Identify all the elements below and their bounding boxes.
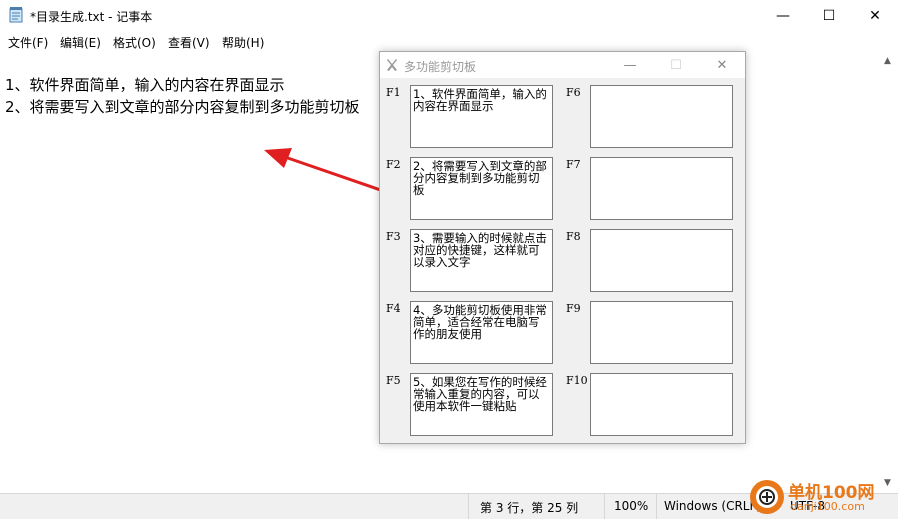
menu-help[interactable]: 帮助(H)	[222, 34, 264, 51]
slot-key-label: F3	[386, 230, 401, 243]
site-watermark: 单机100网 danji100.com	[750, 476, 898, 518]
clipboard-slot-f3[interactable]: 3、需要输入的时候就点击对应的快捷键，这样就可以录入文字	[410, 229, 553, 292]
status-zoom: 100%	[614, 499, 649, 513]
clipboard-slot-f8[interactable]	[590, 229, 733, 292]
status-cursor-position: 第 3 行，第 25 列	[480, 501, 579, 515]
clipboard-slot-f6[interactable]	[590, 85, 733, 148]
status-line-ending: Windows (CRLF)	[664, 499, 762, 513]
clipboard-slot-f4[interactable]: 4、多功能剪切板使用非常简单，适合经常在电脑写作的朋友使用	[410, 301, 553, 364]
watermark-url: danji100.com	[790, 500, 865, 513]
menu-format[interactable]: 格式(O)	[113, 34, 156, 51]
clipboard-slot-f5[interactable]: 5、如果您在写作的时候经常输入重复的内容，可以使用本软件一键粘贴	[410, 373, 553, 436]
clipboard-title: 多功能剪切板	[404, 60, 477, 74]
editor-line: 2、将需要写入到文章的部分内容复制到多功能剪切板	[5, 98, 360, 116]
slot-key-label: F7	[566, 158, 581, 171]
slot-key-label: F6	[566, 86, 581, 99]
clipboard-maximize-button[interactable]: ☐	[653, 52, 699, 78]
window-title: *目录生成.txt - 记事本	[30, 10, 153, 24]
clipboard-slot-f7[interactable]	[590, 157, 733, 220]
menu-file[interactable]: 文件(F)	[8, 34, 48, 51]
slot-key-label: F1	[386, 86, 401, 99]
close-button[interactable]: ✕	[852, 0, 898, 31]
scroll-up-arrow-icon[interactable]: ▲	[884, 56, 891, 66]
slot-key-label: F5	[386, 374, 401, 387]
status-divider	[656, 494, 657, 519]
clipboard-slot-f10[interactable]	[590, 373, 733, 436]
slot-key-label: F4	[386, 302, 401, 315]
editor-line: 1、软件界面简单，输入的内容在界面显示	[5, 76, 285, 94]
menu-edit[interactable]: 编辑(E)	[60, 34, 101, 51]
slot-key-label: F9	[566, 302, 581, 315]
clipboard-slot-f2[interactable]: 2、将需要写入到文章的部分内容复制到多功能剪切板	[410, 157, 553, 220]
maximize-button[interactable]: ☐	[806, 0, 852, 31]
window-titlebar: *目录生成.txt - 记事本 — ☐ ✕	[0, 0, 898, 31]
slot-key-label: F8	[566, 230, 581, 243]
clipboard-slot-f1[interactable]: 1、软件界面简单，输入的内容在界面显示	[410, 85, 553, 148]
clipboard-window: 多功能剪切板 — ☐ ✕ F1 1、软件界面简单，输入的内容在界面显示 F2 2…	[379, 51, 746, 444]
notepad-icon	[9, 7, 23, 23]
minimize-button[interactable]: —	[760, 0, 806, 31]
clipboard-minimize-button[interactable]: —	[607, 52, 653, 78]
menu-bar: 文件(F) 编辑(E) 格式(O) 查看(V) 帮助(H)	[0, 31, 898, 52]
status-divider	[604, 494, 605, 519]
watermark-logo-icon	[750, 480, 784, 514]
status-divider	[468, 494, 469, 519]
menu-view[interactable]: 查看(V)	[168, 34, 210, 51]
clipboard-app-icon	[387, 59, 397, 71]
clipboard-titlebar: 多功能剪切板 — ☐ ✕	[380, 52, 745, 78]
vertical-scrollbar[interactable]	[880, 52, 898, 493]
slot-key-label: F10	[566, 374, 588, 387]
clipboard-close-button[interactable]: ✕	[699, 52, 745, 78]
clipboard-slot-f9[interactable]	[590, 301, 733, 364]
slot-key-label: F2	[386, 158, 401, 171]
